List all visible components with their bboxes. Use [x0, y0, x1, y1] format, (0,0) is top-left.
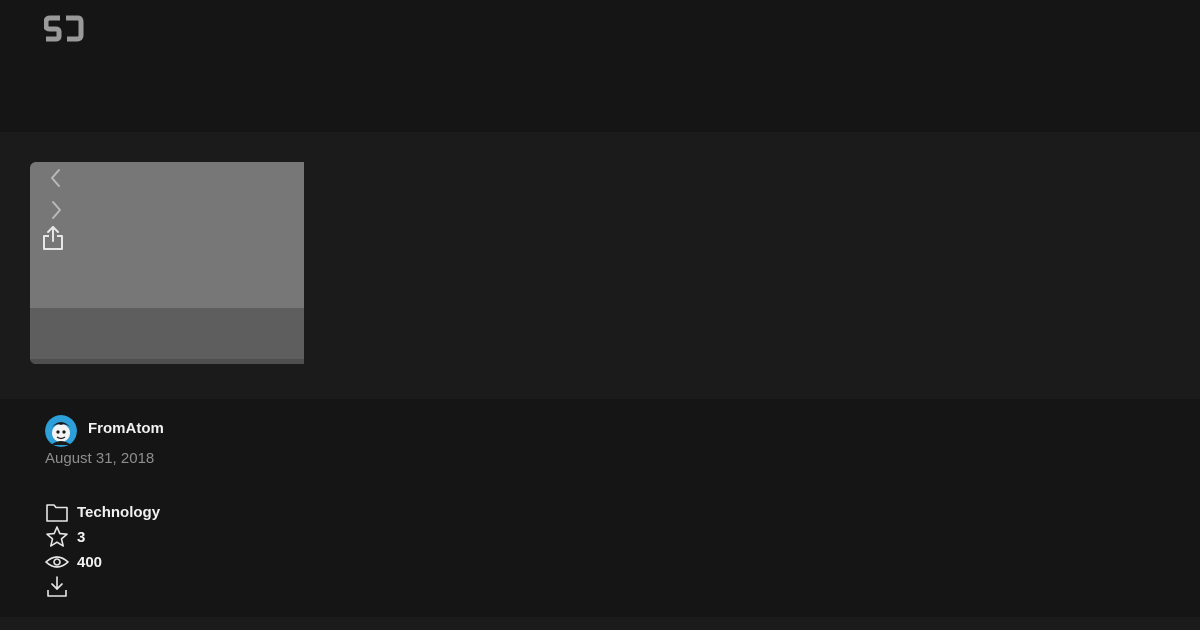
author-name[interactable]: FromAtom: [88, 420, 164, 437]
avatar-icon: [45, 415, 77, 447]
next-slide-button[interactable]: [44, 198, 68, 222]
download-button[interactable]: [45, 575, 69, 599]
share-button[interactable]: [40, 224, 66, 252]
chevron-right-icon: [52, 201, 61, 219]
avatar[interactable]: [45, 415, 77, 447]
slide-stage: [0, 132, 1200, 399]
viewer-progress-track: [30, 359, 304, 364]
logo-icon: [43, 15, 84, 42]
eye-icon: [45, 550, 69, 574]
slide-viewer[interactable]: [30, 162, 304, 364]
share-icon: [43, 226, 63, 250]
footer-strip: [0, 617, 1200, 630]
previous-slide-button[interactable]: [44, 166, 68, 190]
stars-count: 3: [77, 528, 86, 546]
download-icon: [45, 575, 69, 599]
viewer-footer: [30, 308, 304, 359]
site-logo[interactable]: [43, 15, 84, 43]
publish-date: August 31, 2018: [45, 450, 155, 467]
slide-info: FromAtom August 31, 2018 Technology 3 40…: [0, 399, 1200, 617]
chevron-left-icon: [51, 169, 60, 187]
top-bar: [0, 0, 1200, 132]
star-icon: [45, 525, 69, 549]
stars-row[interactable]: 3: [45, 525, 85, 549]
views-row: 400: [45, 550, 102, 574]
category-row[interactable]: Technology: [45, 500, 160, 524]
category-label: Technology: [77, 503, 161, 521]
folder-icon: [45, 500, 69, 524]
views-count: 400: [77, 553, 103, 571]
